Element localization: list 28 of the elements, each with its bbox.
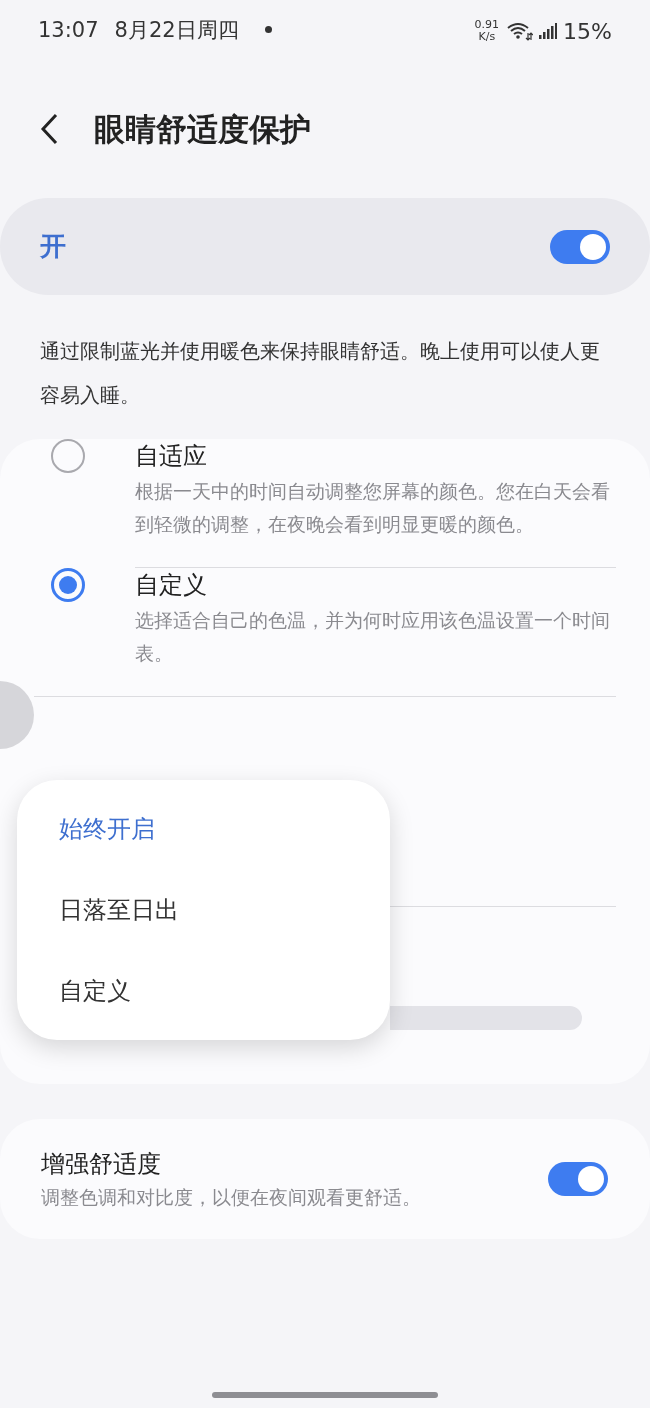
option-description: 选择适合自己的色温，并为何时应用该色温设置一个时间表。 — [135, 608, 611, 666]
page-title: 眼睛舒适度保护 — [94, 109, 311, 149]
radio-button[interactable] — [50, 568, 85, 602]
enhanced-comfort-card[interactable]: 增强舒适度 调整色调和对比度，以便在夜间观看更舒适。 — [0, 1119, 650, 1239]
setting-description: 调整色调和对比度，以便在夜间观看更舒适。 — [41, 1185, 422, 1210]
master-switch-row[interactable]: 开 — [0, 198, 650, 295]
menu-item[interactable]: 自定义 — [17, 973, 390, 1010]
toggle-switch[interactable] — [550, 229, 610, 264]
setting-title: 增强舒适度 — [41, 1149, 162, 1180]
net-speed-unit: K/s — [478, 31, 496, 43]
option-title: 自适应 — [135, 441, 208, 472]
mode-option[interactable]: 自适应 根据一天中的时间自动调整您屏幕的颜色。您在白天会看到轻微的调整，在夜晚会看到明显更暖的颜色。 — [0, 439, 650, 567]
toggle-switch[interactable] — [548, 1162, 608, 1196]
status-time: 13:07 — [38, 17, 99, 45]
radio-button[interactable] — [50, 439, 85, 473]
switch-label: 开 — [40, 230, 66, 263]
wifi-icon — [507, 21, 534, 41]
battery-level: 15% — [563, 17, 612, 46]
description-text: 通过限制蓝光并使用暖色来保持眼睛舒适。晚上使用可以使人更容易入睡。 — [39, 338, 601, 409]
signal-icon — [539, 23, 558, 39]
slider-track[interactable] — [390, 1006, 582, 1030]
net-speed: 0.91 — [474, 19, 500, 31]
status-date: 8月22日周四 — [114, 17, 239, 45]
menu-item[interactable]: 始终开启 — [17, 810, 390, 847]
option-description: 根据一天中的时间自动调整您屏幕的颜色。您在白天会看到轻微的调整，在夜晚会看到明显更暖的颜色。 — [135, 479, 611, 537]
mode-option[interactable]: 自定义 选择适合自己的色温，并为何时应用该色温设置一个时间表。 — [0, 568, 650, 696]
option-title: 自定义 — [135, 570, 208, 601]
menu-item[interactable]: 日落至日出 — [17, 892, 390, 928]
